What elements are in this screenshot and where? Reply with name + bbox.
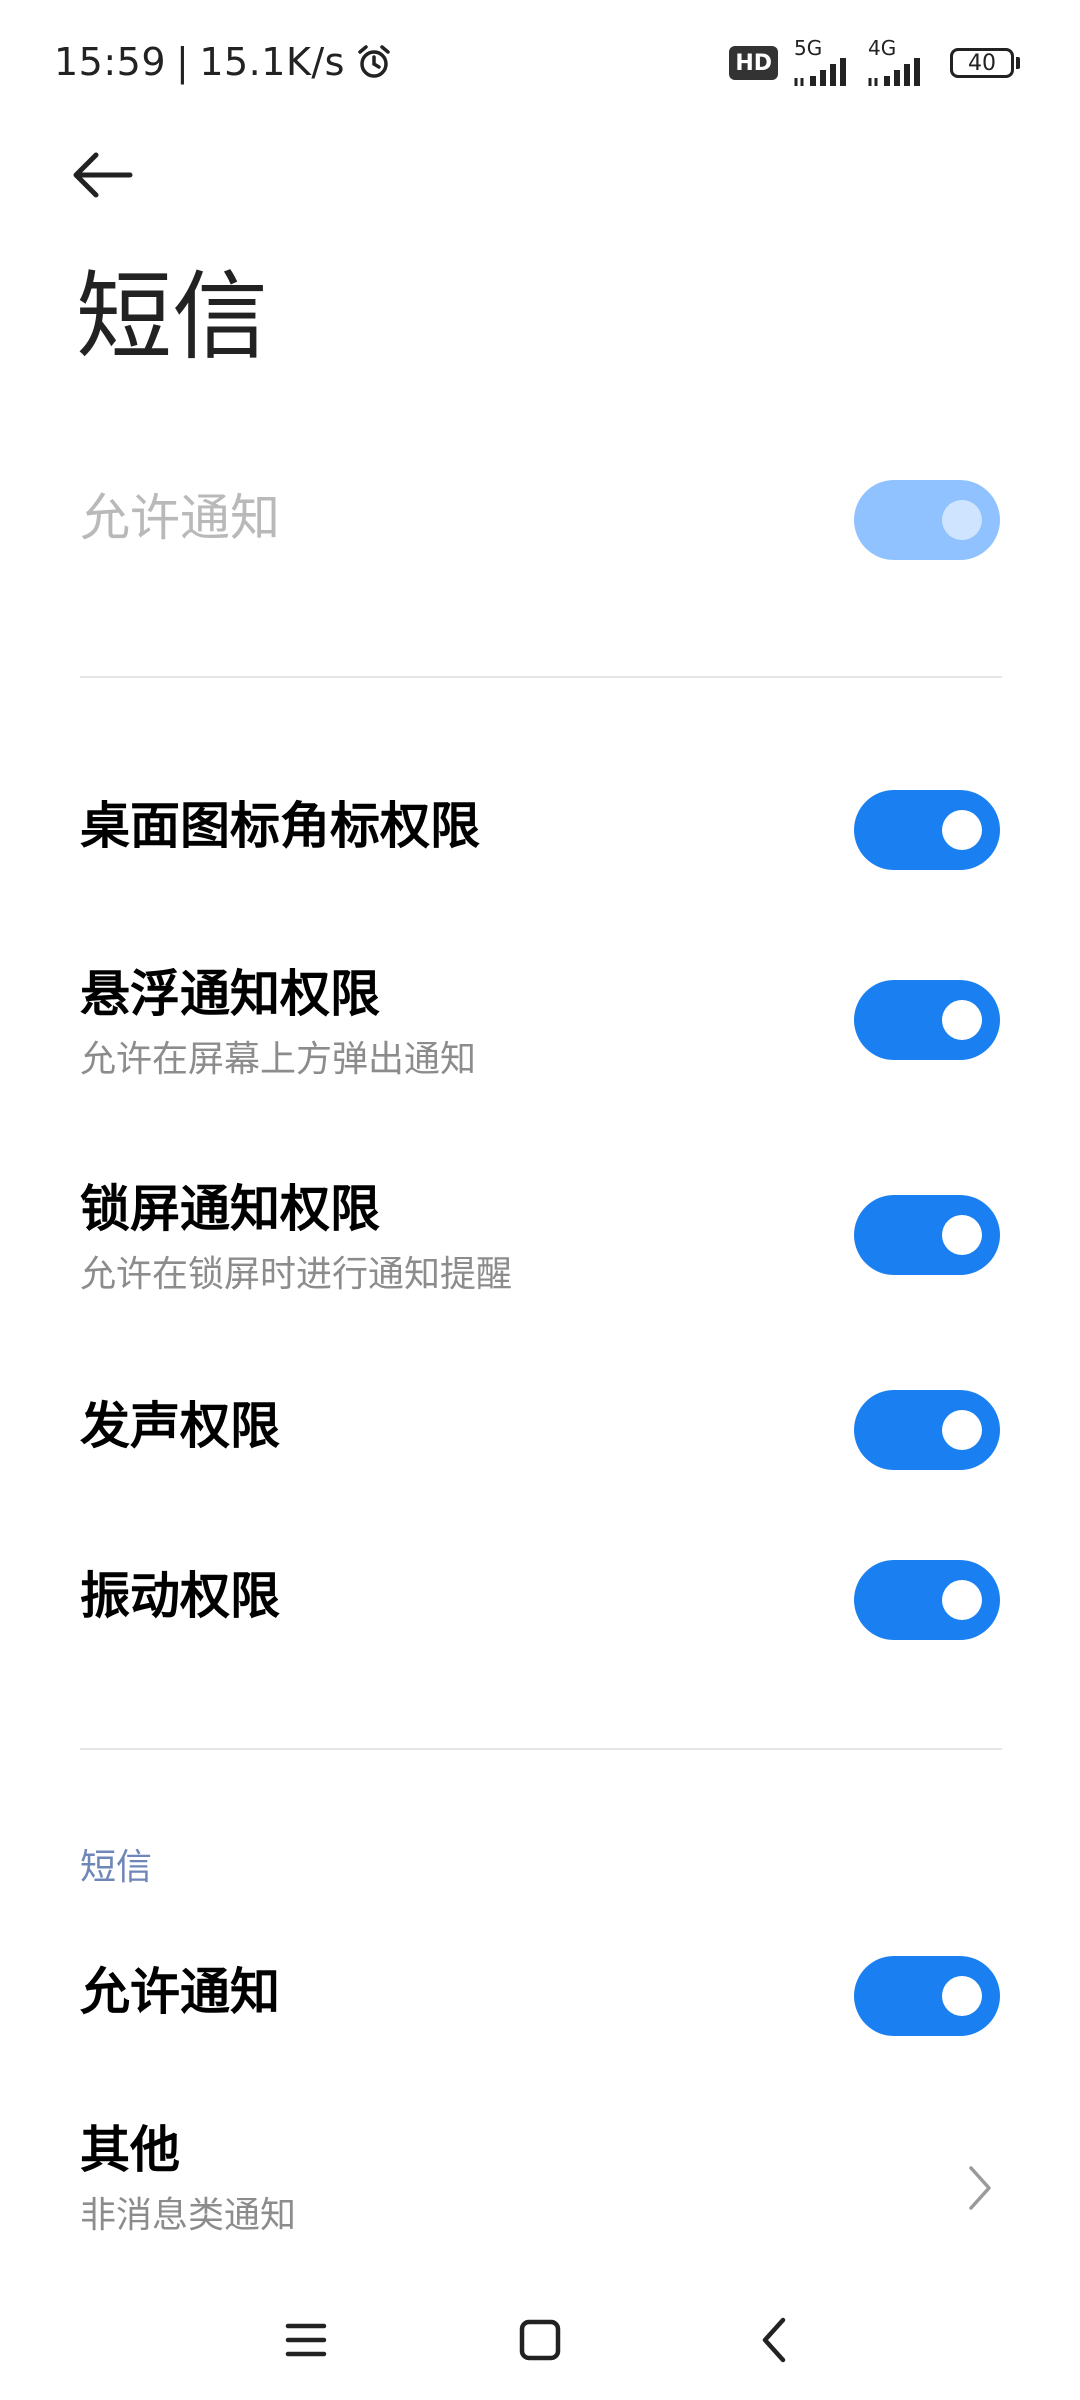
floating-notification-toggle[interactable] (854, 980, 1000, 1060)
badge-permission-toggle[interactable] (854, 790, 1000, 870)
row-text: 其他 非消息类通知 (80, 2120, 296, 2238)
setting-row-vibration[interactable]: 振动权限 (0, 1550, 1080, 1650)
setting-row-floating[interactable]: 悬浮通知权限 允许在屏幕上方弹出通知 (0, 960, 1080, 1090)
home-button[interactable] (500, 2300, 580, 2380)
section-header: 短信 (80, 1847, 153, 1888)
status-left: 15:59 | 15.1K/s (54, 36, 393, 88)
toggle-knob (942, 1215, 982, 1255)
setting-row-badge[interactable]: 桌面图标角标权限 (0, 780, 1080, 880)
toggle-knob (942, 1580, 982, 1620)
channel-other-row[interactable]: 其他 非消息类通知 (0, 2120, 1080, 2250)
status-separator: | (176, 40, 190, 84)
setting-title: 振动权限 (80, 1567, 280, 1625)
toggle-knob (942, 500, 982, 540)
channel-allow-row[interactable]: 允许通知 (0, 1946, 1080, 2046)
setting-title: 发声权限 (80, 1397, 280, 1455)
toggle-knob (942, 1976, 982, 2016)
menu-icon (285, 2323, 327, 2357)
setting-subtitle: 允许在锁屏时进行通知提醒 (80, 1254, 513, 1295)
setting-row-lockscreen[interactable]: 锁屏通知权限 允许在锁屏时进行通知提醒 (0, 1175, 1080, 1305)
status-right: HD 5G 4G 40 (729, 36, 1020, 88)
battery-level: 40 (968, 50, 996, 76)
status-bar: 15:59 | 15.1K/s HD 5G 4G 40 (0, 0, 1080, 120)
row-text: 允许通知 (80, 1962, 280, 2022)
battery-tip (1016, 57, 1020, 69)
signal-5g-icon: 5G (792, 36, 858, 86)
toggle-knob (942, 810, 982, 850)
setting-title: 桌面图标角标权限 (80, 797, 480, 855)
row-text: 桌面图标角标权限 (80, 796, 480, 856)
setting-title: 悬浮通知权限 (80, 965, 380, 1023)
allow-notifications-master-toggle[interactable] (854, 480, 1000, 560)
signal-4g-icon: 4G (866, 36, 932, 86)
battery-body: 40 (950, 48, 1014, 78)
back-button[interactable] (70, 140, 160, 210)
row-text: 允许通知 (80, 488, 280, 548)
alarm-icon (355, 43, 393, 81)
status-speed: 15.1K/s (199, 40, 345, 84)
row-text: 悬浮通知权限 允许在屏幕上方弹出通知 (80, 964, 476, 1082)
vibration-permission-toggle[interactable] (854, 1560, 1000, 1640)
hd-label: HD (735, 50, 772, 76)
toggle-knob (942, 1410, 982, 1450)
allow-notifications-master-row[interactable]: 允许通知 (0, 470, 1080, 570)
setting-subtitle: 允许在屏幕上方弹出通知 (80, 1039, 477, 1080)
setting-title: 允许通知 (80, 1963, 280, 2021)
allow-notifications-master-label: 允许通知 (80, 489, 280, 547)
row-text: 发声权限 (80, 1396, 280, 1456)
channel-allow-toggle[interactable] (854, 1956, 1000, 2036)
home-icon (519, 2319, 561, 2361)
chevron-right-icon (960, 2158, 1000, 2218)
row-text: 锁屏通知权限 允许在锁屏时进行通知提醒 (80, 1179, 512, 1297)
setting-subtitle: 非消息类通知 (80, 2195, 297, 2236)
setting-title: 其他 (80, 2121, 180, 2179)
page-title: 短信 (76, 261, 268, 373)
navigation-bar (0, 2280, 1080, 2400)
setting-row-sound[interactable]: 发声权限 (0, 1380, 1080, 1480)
hd-badge: HD (729, 46, 778, 80)
status-time: 15:59 (54, 40, 167, 84)
divider (80, 676, 1002, 678)
divider (80, 1748, 1002, 1750)
back-nav-button[interactable] (734, 2300, 814, 2380)
setting-title: 锁屏通知权限 (80, 1180, 380, 1238)
toggle-knob (942, 1000, 982, 1040)
back-arrow-icon (73, 152, 133, 198)
sound-permission-toggle[interactable] (854, 1390, 1000, 1470)
menu-button[interactable] (266, 2300, 346, 2380)
lockscreen-notification-toggle[interactable] (854, 1195, 1000, 1275)
back-icon (762, 2317, 786, 2363)
battery-icon: 40 (950, 48, 1020, 78)
row-text: 振动权限 (80, 1566, 280, 1626)
